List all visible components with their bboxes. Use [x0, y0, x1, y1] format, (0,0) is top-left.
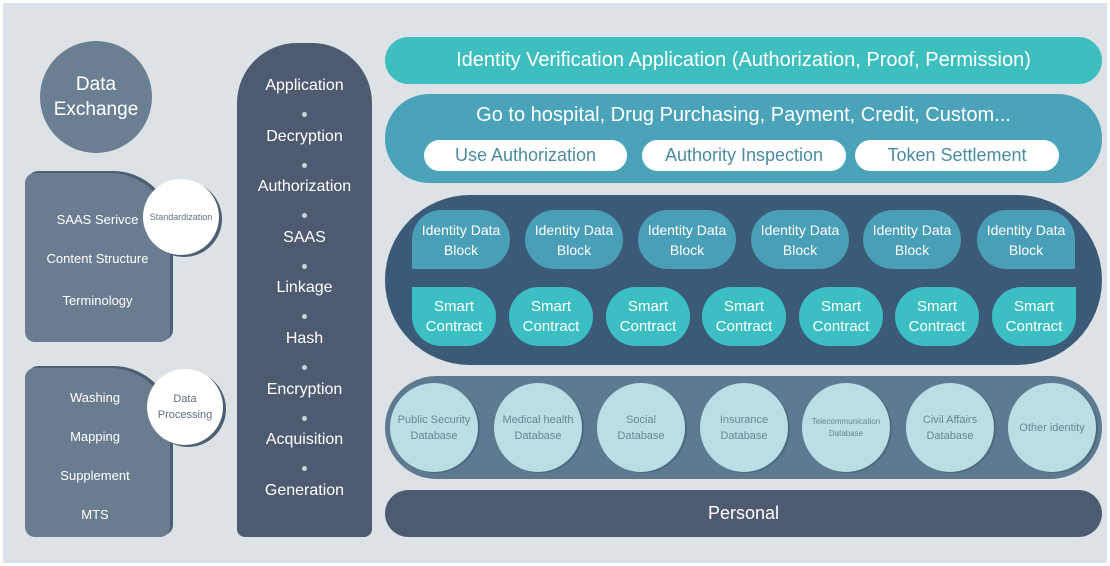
- authority-inspection-pill: Authority Inspection: [642, 140, 846, 171]
- database-circle: Social Database: [597, 383, 685, 472]
- separator-dot: [302, 162, 307, 168]
- stack-item-linkage: Linkage: [276, 279, 333, 297]
- stack-item-decryption: Decryption: [266, 127, 343, 145]
- separator-dot: [302, 263, 307, 269]
- processing-item: Washing: [69, 390, 121, 405]
- stack-item-hash: Hash: [285, 330, 324, 347]
- identity-data-block: Identity Data Block: [863, 210, 961, 269]
- processing-item: Mapping: [70, 429, 120, 444]
- stack-item-generation: Generation: [264, 481, 345, 499]
- data-processing-badge: Data Processing: [147, 369, 223, 445]
- separator-dot: [302, 112, 307, 117]
- stack-item-encryption: Encryption: [266, 380, 343, 398]
- stack-item-acquisition: Acquisition: [265, 431, 344, 449]
- token-settlement-pill: Token Settlement: [855, 140, 1059, 171]
- standardization-badge: Standardization: [143, 179, 219, 255]
- stack-item-application: Application: [265, 77, 344, 94]
- database-circle: Telecommunication Database: [802, 383, 890, 472]
- database-circle: Other identity: [1008, 383, 1096, 472]
- smart-contract: Smart Contract: [702, 287, 786, 346]
- use-authorization-pill: Use Authorization: [424, 140, 627, 171]
- smart-contract: Smart Contract: [992, 287, 1076, 346]
- database-circle: Civil Affairs Database: [906, 383, 994, 472]
- identity-data-block: Identity Data Block: [751, 210, 849, 269]
- scenarios-title: Go to hospital, Drug Purchasing, Payment…: [476, 104, 1011, 126]
- database-panel: Public Security Database Medical health D…: [385, 376, 1102, 479]
- separator-dot: [302, 213, 307, 219]
- identity-verification-bar: Identity Verification Application (Autho…: [385, 37, 1102, 84]
- identity-data-block: Identity Data Block: [525, 210, 623, 269]
- smart-contract: Smart Contract: [895, 287, 979, 346]
- processing-item: Supplement: [60, 468, 130, 483]
- identity-data-block: Identity Data Block: [412, 210, 510, 269]
- processing-item: MTS: [81, 507, 109, 522]
- process-stack-column: Application Decryption Authorization SAAS Li…: [237, 43, 372, 537]
- separator-dot: [302, 466, 307, 472]
- identity-data-block: Identity Data Block: [638, 210, 736, 269]
- stack-item-authorization: Authorization: [257, 178, 352, 196]
- smart-contract: Smart Contract: [799, 287, 883, 346]
- standardization-item: Terminology: [62, 293, 133, 308]
- separator-dot: [302, 365, 307, 370]
- separator-dot: [302, 314, 307, 320]
- personal-bar: Personal: [385, 490, 1102, 537]
- smart-contract: Smart Contract: [412, 287, 496, 346]
- standardization-item: Content Structure: [46, 251, 149, 266]
- separator-dot: [302, 415, 307, 421]
- blockchain-panel: Identity Data Block Identity Data Block Id…: [385, 195, 1102, 365]
- stack-item-saas: SAAS: [283, 228, 326, 246]
- database-circle: Medical health Database: [494, 383, 582, 472]
- database-circle: Insurance Database: [700, 383, 788, 472]
- smart-contract: Smart Contract: [509, 287, 593, 346]
- smart-contract: Smart Contract: [606, 287, 690, 346]
- scenarios-panel: Go to hospital, Drug Purchasing, Payment…: [385, 94, 1102, 183]
- database-circle: Public Security Database: [390, 383, 478, 472]
- identity-data-block: Identity Data Block: [977, 210, 1075, 269]
- data-exchange-circle: Data Exchange: [40, 41, 152, 153]
